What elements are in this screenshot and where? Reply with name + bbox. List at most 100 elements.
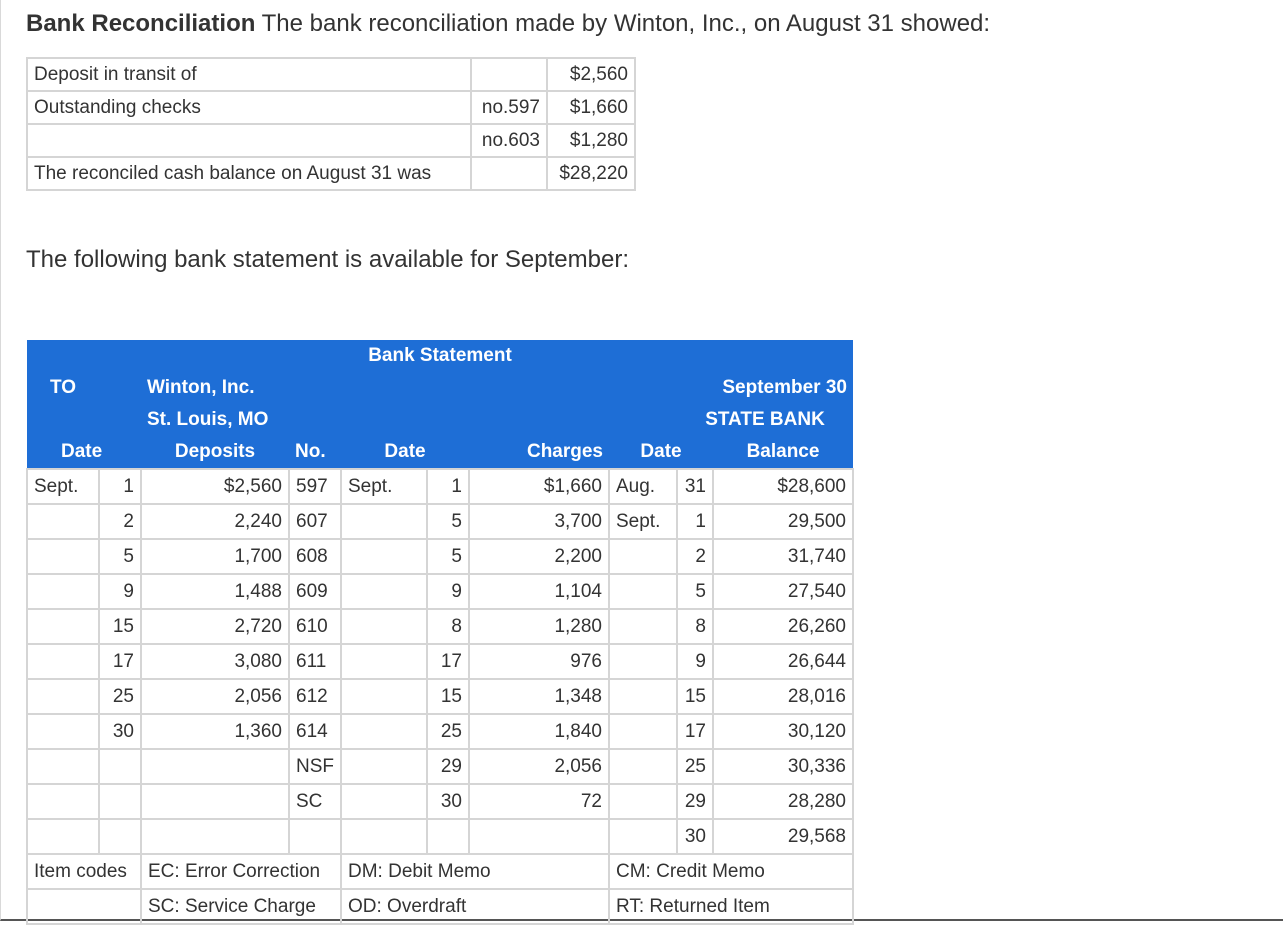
check-number: 607 <box>288 503 342 540</box>
chg-date-day: 8 <box>426 608 470 645</box>
deposit-amount: 1,360 <box>140 713 290 750</box>
statement-row: 2 2,240 607 5 3,700 Sept. 1 29,500 <box>26 503 854 540</box>
item-code-sc: SC: Service Charge <box>140 888 342 925</box>
bank-statement-table: Bank Statement TO Winton, Inc. September… <box>26 340 854 925</box>
bal-date-month <box>608 713 678 750</box>
charge-amount: 3,700 <box>468 503 610 540</box>
dep-date-day <box>98 818 142 855</box>
check-number: 612 <box>288 678 342 715</box>
bal-date-month <box>608 783 678 820</box>
dep-date-day: 9 <box>98 573 142 610</box>
chg-date-day: 1 <box>426 468 470 505</box>
col-header-no: No. <box>289 436 341 469</box>
bal-date-day: 30 <box>676 818 714 855</box>
balance-amount: 28,016 <box>712 678 854 715</box>
chg-date-day: 5 <box>426 538 470 575</box>
dep-date-month <box>26 538 100 575</box>
chg-date-day: 15 <box>426 678 470 715</box>
charge-amount <box>468 818 610 855</box>
deposit-amount: 1,700 <box>140 538 290 575</box>
reconciliation-row: no.603 $1,280 <box>26 123 636 158</box>
recon-amount: $2,560 <box>546 57 636 92</box>
dep-date-day: 1 <box>98 468 142 505</box>
dep-date-day: 25 <box>98 678 142 715</box>
dep-date-day: 15 <box>98 608 142 645</box>
deposit-amount: 1,488 <box>140 573 290 610</box>
chg-date-month <box>340 608 428 645</box>
chg-date-day: 25 <box>426 713 470 750</box>
balance-amount: 26,260 <box>712 608 854 645</box>
bal-date-day: 31 <box>676 468 714 505</box>
check-number: 610 <box>288 608 342 645</box>
check-number: 609 <box>288 573 342 610</box>
statement-date: September 30 <box>677 372 853 404</box>
charge-amount: 1,348 <box>468 678 610 715</box>
balance-amount: 29,500 <box>712 503 854 540</box>
statement-row: Sept. 1 $2,560 597 Sept. 1 $1,660 Aug. 31 $28,600 <box>26 468 854 505</box>
dep-date-day <box>98 748 142 785</box>
balance-amount: $28,600 <box>712 468 854 505</box>
chg-date-day: 29 <box>426 748 470 785</box>
chg-date-day: 5 <box>426 503 470 540</box>
balance-amount: 26,644 <box>712 643 854 680</box>
recon-ref: no.603 <box>470 123 548 158</box>
bal-date-month <box>608 608 678 645</box>
deposit-amount: $2,560 <box>140 468 290 505</box>
dep-date-month <box>26 818 100 855</box>
recon-amount: $1,280 <box>546 123 636 158</box>
statement-row: 25 2,056 612 15 1,348 15 28,016 <box>26 678 854 715</box>
statement-row: 5 1,700 608 5 2,200 2 31,740 <box>26 538 854 575</box>
charge-amount: 1,280 <box>468 608 610 645</box>
dep-date-month <box>26 573 100 610</box>
check-number: 614 <box>288 713 342 750</box>
deposit-amount: 2,056 <box>140 678 290 715</box>
chg-date-month <box>340 713 428 750</box>
item-code-ec: EC: Error Correction <box>140 853 342 890</box>
statement-row: 17 3,080 611 17 976 9 26,644 <box>26 643 854 680</box>
dep-date-month <box>26 608 100 645</box>
bal-date-day: 5 <box>676 573 714 610</box>
dep-date-day: 5 <box>98 538 142 575</box>
deposit-amount: 2,720 <box>140 608 290 645</box>
dep-date-month <box>26 748 100 785</box>
col-header-balance: Balance <box>713 436 853 469</box>
statement-row: NSF 29 2,056 25 30,336 <box>26 748 854 785</box>
bal-date-month: Aug. <box>608 468 678 505</box>
item-code-rt: RT: Returned Item <box>608 888 854 925</box>
charge-amount: 2,056 <box>468 748 610 785</box>
statement-title: Bank Statement <box>27 340 853 372</box>
recon-amount: $28,220 <box>546 156 636 191</box>
statement-row: 15 2,720 610 8 1,280 8 26,260 <box>26 608 854 645</box>
chg-date-month <box>340 748 428 785</box>
balance-amount: 30,336 <box>712 748 854 785</box>
dep-date-month <box>26 713 100 750</box>
statement-row: 30 1,360 614 25 1,840 17 30,120 <box>26 713 854 750</box>
bal-date-month <box>608 643 678 680</box>
recon-label: Outstanding checks <box>26 90 472 125</box>
bal-date-month: Sept. <box>608 503 678 540</box>
bal-date-day: 2 <box>676 538 714 575</box>
statement-intro: The following bank statement is availabl… <box>26 246 629 273</box>
dep-date-month <box>26 783 100 820</box>
deposit-amount: 3,080 <box>140 643 290 680</box>
chg-date-month <box>340 538 428 575</box>
check-number: 611 <box>288 643 342 680</box>
charge-amount: 1,104 <box>468 573 610 610</box>
bal-date-day: 9 <box>676 643 714 680</box>
statement-row: 9 1,488 609 9 1,104 5 27,540 <box>26 573 854 610</box>
recon-ref <box>470 156 548 191</box>
statement-row: SC 30 72 29 28,280 <box>26 783 854 820</box>
recon-ref: no.597 <box>470 90 548 125</box>
col-header-charges: Charges <box>469 436 609 469</box>
bal-date-day: 15 <box>676 678 714 715</box>
check-number <box>288 818 342 855</box>
chg-date-day <box>426 818 470 855</box>
deposit-amount <box>140 783 290 820</box>
dep-date-day: 2 <box>98 503 142 540</box>
deposit-amount <box>140 818 290 855</box>
company-location: St. Louis, MO <box>141 404 427 436</box>
dep-date-month <box>26 503 100 540</box>
check-number: NSF <box>288 748 342 785</box>
reconciliation-row: The reconciled cash balance on August 31… <box>26 156 636 191</box>
bal-date-month <box>608 818 678 855</box>
